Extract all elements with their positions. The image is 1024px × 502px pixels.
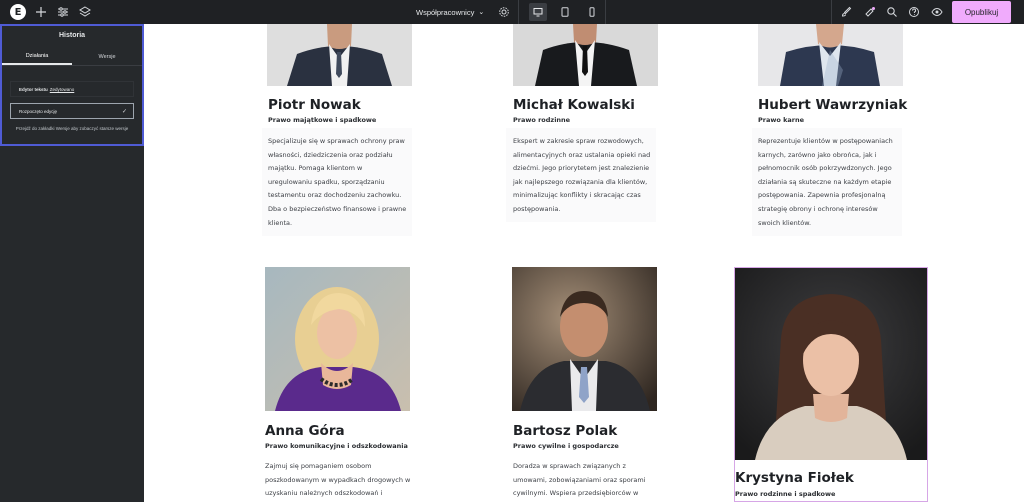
team-photo-krystyna-fiolek (735, 268, 927, 460)
bio-line: postępowania. Zapewnia profesjonalną (758, 191, 886, 200)
bio-line: Reprezentuje klientów w postępowaniach (758, 137, 893, 145)
bio-line: Doradza w sprawach związanych z (513, 462, 626, 470)
bio-line: poszkodowanym w wypadkach drogowych w (265, 475, 411, 484)
editor-top-bar: E Współpracownicy ⌄ Opublikuj (0, 0, 1024, 24)
history-entry-action: Rozpoczęto edycję (19, 108, 58, 114)
team-member-specialty: Prawo cywilne i gospodarcze (513, 442, 619, 450)
bio-line: Ekspert w zakresie spraw rozwodowych, (513, 137, 644, 145)
search-icon[interactable] (884, 4, 900, 20)
team-photo-michal-kowalski (513, 24, 658, 86)
brush-icon[interactable] (838, 4, 854, 20)
layers-icon[interactable] (77, 4, 93, 20)
history-entry-element: Edytor tekstu (19, 86, 48, 92)
editor-side-panel: Historia Działania Wersje Edytor tekstu … (0, 24, 144, 502)
bio-line: strategię obrony i ochronę interesów (758, 204, 878, 213)
team-member-name: Hubert Wawrzyniak (758, 97, 908, 113)
eye-icon[interactable] (929, 4, 945, 20)
team-member-specialty: Prawo rodzinne i spadkowe (735, 490, 836, 498)
bio-line: Zajmuj się pomaganiem osobom (265, 462, 372, 470)
team-member-bio: Specjalizuje się w sprawach ochrony praw… (268, 135, 406, 230)
team-photo-hubert-wawrzyniak (758, 24, 903, 86)
bio-line: postępowania. (513, 204, 561, 213)
team-member-name: Michał Kowalski (513, 97, 635, 113)
divider (831, 0, 832, 24)
mobile-icon[interactable] (583, 3, 601, 21)
team-member-name: Anna Góra (265, 423, 345, 439)
bio-line: klienta. (268, 218, 293, 227)
history-tabs: Działania Wersje (2, 48, 142, 66)
check-icon: ✓ (121, 109, 127, 115)
team-member-specialty: Prawo komunikacyjne i odszkodowania (265, 442, 408, 450)
team-member-name: Bartosz Polak (513, 423, 618, 439)
team-member-bio: Ekspert w zakresie spraw rozwodowych, al… (513, 135, 650, 217)
history-entry[interactable]: Edytor tekstu Zedytowano (10, 81, 134, 97)
bio-line: uzyskaniu należnych odszkodowań i (265, 489, 383, 498)
history-entry-action: Zedytowano (49, 86, 75, 92)
divider (605, 0, 606, 24)
page-canvas: Piotr Nowak Prawo majątkowe i spadkowe S… (144, 24, 1024, 502)
bio-line: działania są skuteczne na każdym etapie (758, 177, 892, 186)
bio-line: Dba o bezpieczeństwo finansowe i prawne (268, 204, 407, 213)
tab-versions[interactable]: Wersje (72, 48, 142, 65)
bio-line: Specjalizuje się w sprawach ochrony praw (268, 137, 405, 145)
history-hint: Przejdź do zakładki Wersje aby zobaczyć … (15, 126, 129, 131)
bio-line: alimentacyjnych oraz ustalania opieki na… (513, 150, 651, 159)
elementor-logo-icon[interactable]: E (10, 4, 26, 20)
history-panel: Historia Działania Wersje Edytor tekstu … (0, 24, 144, 146)
bio-line: cywilnymi. Wspiera przedsiębiorców w (513, 489, 639, 498)
help-icon[interactable] (906, 4, 922, 20)
notifications-icon[interactable] (862, 4, 878, 20)
team-photo-piotr-nowak (267, 24, 412, 86)
bio-line: własności, dziedziczenia oraz podziału (268, 150, 393, 159)
divider (518, 0, 519, 24)
desktop-icon[interactable] (529, 3, 547, 21)
sliders-icon[interactable] (55, 4, 71, 20)
team-member-bio: Zajmuj się pomaganiem osobom poszkodowan… (265, 460, 410, 501)
bio-line: karnych, zarówno jako obrońca, jak i (758, 150, 877, 159)
bio-line: majątku. Pomaga klientom w (268, 164, 363, 173)
team-photo-bartosz-polak (512, 267, 657, 411)
panel-title: Historia (58, 32, 86, 39)
team-member-specialty: Prawo karne (758, 116, 805, 124)
bio-line: pełnomocnik osób pokrzywdzonych. Jego (758, 164, 892, 173)
bio-line: jak najlepszego rozwiązania dla klientów… (513, 177, 648, 186)
team-photo-anna-gora (265, 267, 410, 411)
bio-line: uregulowaniu spadku, sporządzaniu (268, 177, 385, 186)
bio-line: minimalizując konflikty i skracając czas (513, 191, 641, 200)
chevron-down-icon: ⌄ (478, 9, 485, 16)
page-selector[interactable]: Współpracownicy ⌄ (416, 4, 484, 20)
tab-actions[interactable]: Działania (2, 48, 72, 65)
team-member-name: Piotr Nowak (268, 97, 361, 113)
bio-line: testamentu oraz dochodzeniu zachowku. (268, 191, 402, 200)
team-member-name: Krystyna Fiołek (735, 470, 854, 486)
bio-line: swoich klientów. (758, 218, 812, 227)
plus-icon[interactable] (33, 4, 49, 20)
bio-line: dziećmi. Jego priorytetem jest znalezien… (513, 164, 650, 173)
gear-icon[interactable] (496, 4, 512, 20)
team-member-bio: Reprezentuje klientów w postępowaniach k… (758, 135, 893, 230)
bio-line: umowami, zobowiązaniami oraz sporami (513, 475, 646, 484)
team-member-specialty: Prawo rodzinne (513, 116, 571, 124)
publish-button[interactable]: Opublikuj (952, 1, 1011, 23)
team-member-bio: Doradza w sprawach związanych z umowami,… (513, 460, 646, 501)
page-name: Współpracownicy (416, 7, 475, 17)
history-entry-current[interactable]: Rozpoczęto edycję ✓ (10, 103, 134, 119)
team-member-specialty: Prawo majątkowe i spadkowe (268, 116, 377, 124)
tablet-icon[interactable] (556, 3, 574, 21)
